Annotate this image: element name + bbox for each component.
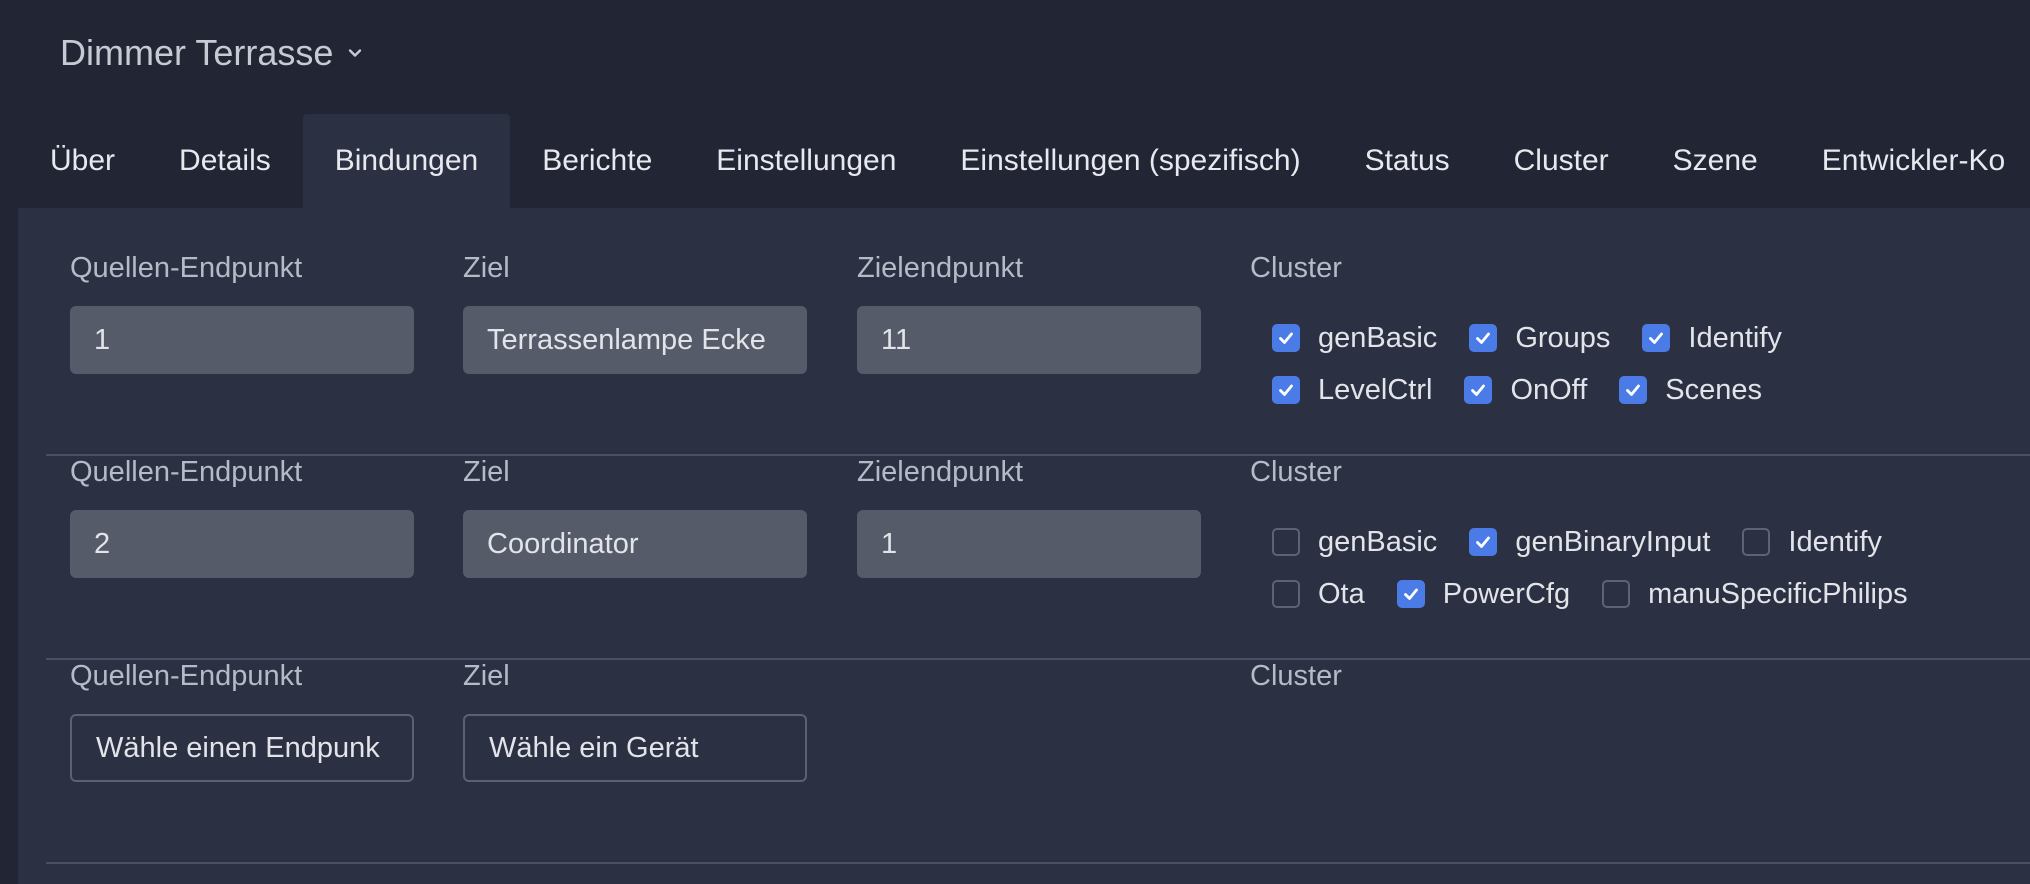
target-label: Ziel	[463, 660, 510, 692]
tab-bar: Über Details Bindungen Berichte Einstell…	[0, 114, 2030, 208]
tab-clusters[interactable]: Cluster	[1482, 114, 1641, 208]
cluster-name: Ota	[1318, 577, 1365, 610]
target-label: Ziel	[463, 252, 510, 284]
target-input[interactable]: Coordinator	[463, 510, 807, 578]
binding-row: Quellen-Endpunkt 1 Ziel Terrassenlampe E…	[18, 252, 2030, 456]
cluster-name: Identify	[1788, 525, 1882, 558]
tab-about[interactable]: Über	[0, 114, 147, 208]
header-bar: Dimmer Terrasse	[0, 0, 2030, 114]
target-endpoint-label: Zielendpunkt	[857, 456, 1024, 488]
checkmark-icon	[1279, 384, 1293, 396]
checkbox[interactable]	[1272, 580, 1300, 608]
checkmark-icon	[1476, 332, 1491, 344]
cluster-checkbox-group: genBasic Groups Identify LevelCtrl OnOff Scen…	[1272, 312, 2030, 416]
cluster-name: genBasic	[1318, 321, 1438, 354]
tab-scene[interactable]: Szene	[1641, 114, 1790, 208]
source-endpoint-select[interactable]: Wähle einen Endpunk	[70, 714, 414, 782]
cluster-checkbox-line: genBasic Groups Identify	[1272, 312, 2030, 364]
target-label: Ziel	[463, 456, 510, 488]
bindings-panel: Quellen-Endpunkt 1 Ziel Terrassenlampe E…	[18, 208, 2030, 884]
source-endpoint-input[interactable]: 2	[70, 510, 414, 578]
tab-state[interactable]: Status	[1333, 114, 1482, 208]
source-endpoint-input[interactable]: 1	[70, 306, 414, 374]
cluster-name: genBinaryInput	[1515, 525, 1711, 558]
cluster-label: Cluster	[1250, 252, 1342, 284]
cluster-checkbox-line: LevelCtrl OnOff Scenes	[1272, 364, 2030, 416]
checkbox[interactable]	[1602, 580, 1631, 608]
cluster-name: manuSpecificPhilips	[1648, 577, 1908, 610]
checkbox[interactable]	[1396, 580, 1425, 608]
cluster-label: Cluster	[1250, 456, 1342, 488]
target-device-select[interactable]: Wähle ein Gerät	[463, 714, 807, 782]
row-divider	[46, 862, 2030, 864]
target-endpoint-input[interactable]: 11	[857, 306, 1201, 374]
target-endpoint-input[interactable]: 1	[857, 510, 1201, 578]
checkbox[interactable]	[1642, 324, 1671, 352]
cluster-checkbox-line: genBasic genBinaryInput Identify	[1272, 516, 2030, 568]
device-selector[interactable]: Dimmer Terrasse	[60, 30, 363, 76]
chevron-down-icon	[349, 49, 362, 57]
checkmark-icon	[1626, 384, 1641, 396]
cluster-checkbox-genBasic[interactable]: genBasic	[1272, 322, 1437, 355]
checkbox[interactable]	[1742, 528, 1771, 556]
target-endpoint-label: Zielendpunkt	[857, 252, 1024, 284]
checkmark-icon	[1476, 536, 1491, 548]
cluster-checkbox-Identify[interactable]: Identify	[1642, 322, 1782, 355]
cluster-checkbox-OnOff[interactable]: OnOff	[1464, 374, 1587, 407]
cluster-checkbox-Ota[interactable]: Ota	[1272, 578, 1365, 611]
binding-row: Quellen-Endpunkt 2 Ziel Coordinator Ziel…	[18, 456, 2030, 660]
cluster-checkbox-genBinaryInput[interactable]: genBinaryInput	[1469, 526, 1710, 559]
cluster-name: genBasic	[1318, 525, 1438, 558]
checkbox[interactable]	[1272, 528, 1300, 556]
cluster-name: Groups	[1515, 321, 1611, 354]
cluster-checkbox-PowerCfg[interactable]: PowerCfg	[1396, 577, 1571, 611]
cluster-checkbox-Groups[interactable]: Groups	[1469, 322, 1610, 355]
tab-reports[interactable]: Berichte	[510, 114, 684, 208]
tab-details[interactable]: Details	[147, 114, 303, 208]
source-endpoint-label: Quellen-Endpunkt	[70, 456, 303, 488]
checkbox[interactable]	[1272, 376, 1300, 404]
checkmark-icon	[1649, 332, 1664, 344]
source-endpoint-label: Quellen-Endpunkt	[70, 660, 303, 692]
checkbox[interactable]	[1464, 376, 1493, 404]
checkbox[interactable]	[1272, 324, 1300, 352]
tab-settings[interactable]: Einstellungen	[684, 114, 928, 208]
cluster-checkbox-genBasic[interactable]: genBasic	[1272, 526, 1437, 559]
checkbox[interactable]	[1469, 528, 1498, 556]
cluster-name: PowerCfg	[1442, 577, 1571, 610]
checkmark-icon	[1279, 332, 1293, 344]
cluster-checkbox-LevelCtrl[interactable]: LevelCtrl	[1272, 374, 1432, 407]
cluster-checkbox-line: Ota PowerCfg manuSpecificPhilips	[1272, 568, 2030, 620]
checkmark-icon	[1403, 588, 1418, 600]
target-input[interactable]: Terrassenlampe Ecke	[463, 306, 807, 374]
cluster-checkbox-Scenes[interactable]: Scenes	[1619, 374, 1762, 407]
cluster-name: Identify	[1688, 321, 1782, 354]
new-binding-row: Quellen-Endpunkt Wähle einen Endpunk Zie…	[18, 660, 2030, 864]
tab-bindings[interactable]: Bindungen	[302, 114, 511, 208]
cluster-label: Cluster	[1250, 660, 1342, 692]
checkmark-icon	[1471, 384, 1486, 396]
source-endpoint-label: Quellen-Endpunkt	[70, 252, 303, 284]
cluster-name: Scenes	[1665, 373, 1763, 406]
checkbox[interactable]	[1619, 376, 1648, 404]
cluster-checkbox-manuSpecificPhilips[interactable]: manuSpecificPhilips	[1602, 578, 1908, 611]
checkbox[interactable]	[1469, 324, 1498, 352]
cluster-name: OnOff	[1510, 373, 1588, 406]
cluster-checkbox-group: genBasic genBinaryInput Identify Ota PowerCf…	[1272, 516, 2030, 620]
cluster-name: LevelCtrl	[1318, 373, 1433, 406]
tab-dev-console[interactable]: Entwickler-Ko	[1790, 114, 2030, 208]
tab-settings-specific[interactable]: Einstellungen (spezifisch)	[928, 114, 1332, 208]
device-name: Dimmer Terrasse	[60, 32, 334, 73]
cluster-checkbox-Identify[interactable]: Identify	[1742, 526, 1882, 559]
